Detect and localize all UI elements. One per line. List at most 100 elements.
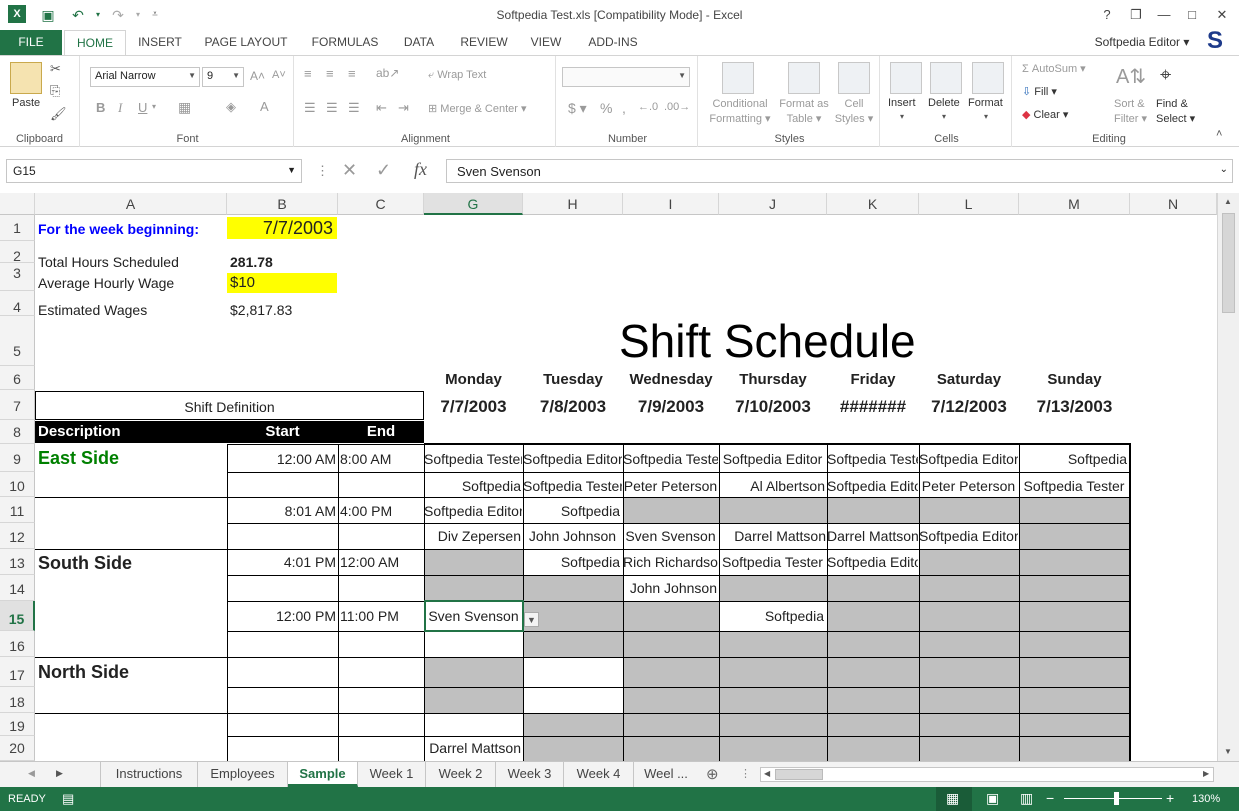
font-size-combo[interactable]: 9 ▼ <box>202 67 244 87</box>
italic-icon[interactable]: I <box>118 100 122 116</box>
sheet-tab-week-4[interactable]: Week 4 <box>564 762 634 787</box>
schedule-cell[interactable]: Softpedia <box>424 478 521 494</box>
decrease-decimal-icon[interactable]: .00→ <box>664 101 690 113</box>
row-header[interactable]: 18 <box>0 687 35 713</box>
zoom-slider-track[interactable] <box>1064 798 1162 799</box>
row-header[interactable]: 6 <box>0 366 35 390</box>
select-all-corner[interactable] <box>0 193 35 215</box>
page-break-view-icon[interactable]: ▥ <box>1020 790 1033 807</box>
column-header-h[interactable]: H <box>523 193 623 215</box>
scroll-down-icon[interactable]: ▼ <box>1224 747 1232 756</box>
schedule-cell[interactable]: Al Albertson <box>719 478 825 494</box>
schedule-cell[interactable]: Rich Richardson <box>623 554 718 570</box>
number-format-combo[interactable]: ▼ <box>562 67 690 87</box>
vertical-scroll-thumb[interactable] <box>1222 213 1235 313</box>
percent-icon[interactable]: % <box>600 100 612 116</box>
schedule-cell[interactable]: Softpedia <box>523 503 620 519</box>
shift-end-time[interactable]: 8:00 AM <box>340 451 391 467</box>
decrease-font-icon[interactable]: A˅ <box>272 69 286 81</box>
horizontal-scrollbar[interactable]: ◀ ▶ <box>760 767 1214 782</box>
vertical-scrollbar[interactable]: ▲ ▼ <box>1217 193 1239 761</box>
tab-view[interactable]: VIEW <box>522 30 570 55</box>
sheet-tab-employees[interactable]: Employees <box>198 762 288 787</box>
row-header[interactable]: 17 <box>0 657 35 687</box>
shift-start-time[interactable]: 12:00 AM <box>227 451 336 467</box>
conditional-formatting-button[interactable]: Conditional Formatting ▾ <box>706 97 774 127</box>
schedule-cell[interactable]: Softpedia Editor <box>827 478 918 494</box>
zoom-slider-thumb[interactable] <box>1114 792 1119 805</box>
row-header[interactable]: 2 <box>0 241 35 264</box>
insert-cells-icon[interactable] <box>890 62 922 94</box>
merge-center-button[interactable]: ⊞ Merge & Center ▾ <box>428 102 527 115</box>
delete-dropdown-icon[interactable]: ▾ <box>942 112 946 121</box>
column-header-g[interactable]: G <box>424 193 523 215</box>
schedule-cell[interactable]: Softpedia Tester <box>424 451 522 467</box>
row-header[interactable]: 14 <box>0 575 35 601</box>
tab-formulas[interactable]: FORMULAS <box>304 30 386 55</box>
row-header[interactable]: 4 <box>0 291 35 316</box>
schedule-cell[interactable]: Softpedia Tester <box>623 451 718 467</box>
sheet-tab-instructions[interactable]: Instructions <box>100 762 198 787</box>
comma-icon[interactable]: , <box>622 100 626 116</box>
insert-function-icon[interactable]: fx <box>414 159 427 180</box>
schedule-cell[interactable]: Softpedia <box>719 608 824 624</box>
expand-formula-bar-icon[interactable]: ⌄ <box>1220 164 1228 175</box>
increase-decimal-icon[interactable]: ←.0 <box>638 101 658 113</box>
format-as-table-button[interactable]: Format as Table ▾ <box>772 97 836 127</box>
format-painter-icon[interactable]: 🖌 <box>50 106 67 122</box>
paste-button[interactable]: Paste <box>12 97 40 109</box>
macro-record-icon[interactable]: ▤ <box>62 791 74 807</box>
new-sheet-icon[interactable]: ⊕ <box>706 765 719 783</box>
minimize-button[interactable]: — <box>1152 4 1176 26</box>
schedule-cell[interactable]: Softpedia Editor <box>719 451 826 467</box>
schedule-cell[interactable]: Softpedia Editor <box>919 528 1018 544</box>
find-select-button[interactable]: Find & Select ▾ <box>1156 97 1195 127</box>
zoom-out-icon[interactable]: − <box>1046 790 1054 806</box>
schedule-cell[interactable]: Sven Svenson <box>623 528 718 544</box>
est-wages-value[interactable]: $2,817.83 <box>230 302 292 318</box>
format-dropdown-icon[interactable]: ▾ <box>984 112 988 121</box>
schedule-cell[interactable]: Softpedia Editor <box>424 503 522 519</box>
row-header[interactable]: 1 <box>0 215 35 241</box>
row-header[interactable]: 13 <box>0 549 35 575</box>
delete-cells-icon[interactable] <box>930 62 962 94</box>
wrap-text-button[interactable]: ⤶ Wrap Text <box>428 69 486 82</box>
cell-styles-button[interactable]: Cell Styles ▾ <box>830 97 878 127</box>
tab-review[interactable]: REVIEW <box>454 30 514 55</box>
fill-color-icon[interactable]: ◈ <box>226 99 236 115</box>
avg-wage-value-cell[interactable]: $10 <box>227 273 337 293</box>
tab-file[interactable]: FILE <box>0 30 62 55</box>
underline-icon[interactable]: U <box>138 100 147 115</box>
schedule-cell[interactable]: Peter Peterson <box>623 478 718 494</box>
tab-page-layout[interactable]: PAGE LAYOUT <box>198 30 294 55</box>
align-right-icon[interactable]: ☰ <box>348 100 360 116</box>
column-header-i[interactable]: I <box>623 193 719 215</box>
align-center-icon[interactable]: ☰ <box>326 100 338 116</box>
schedule-cell[interactable]: Softpedia Tester <box>523 478 622 494</box>
conditional-formatting-icon[interactable] <box>722 62 754 94</box>
user-account[interactable]: Softpedia Editor ▾ <box>1092 30 1192 55</box>
delete-cells-button[interactable]: Delete <box>928 97 960 109</box>
shift-start-time[interactable]: 12:00 PM <box>227 608 336 624</box>
maximize-button[interactable]: □ <box>1180 4 1204 26</box>
row-header[interactable]: 20 <box>0 736 35 761</box>
tab-insert[interactable]: INSERT <box>130 30 190 55</box>
schedule-cell[interactable]: Softpedia <box>1019 451 1127 467</box>
row-header[interactable]: 19 <box>0 713 35 736</box>
shift-end-time[interactable]: 11:00 PM <box>340 608 399 624</box>
zoom-level[interactable]: 130% <box>1192 793 1220 805</box>
worksheet-grid[interactable]: A B C G H I J K L M N 1 2 3 4 5 6 7 8 9 … <box>0 193 1217 761</box>
cut-icon[interactable]: ✂ <box>50 61 61 77</box>
shift-end-time[interactable]: 12:00 AM <box>340 554 399 570</box>
shift-end-time[interactable]: 4:00 PM <box>340 503 392 519</box>
align-left-icon[interactable]: ☰ <box>304 100 316 116</box>
schedule-cell[interactable]: Softpedia Editor <box>919 451 1018 467</box>
scroll-left-icon[interactable]: ◀ <box>764 769 770 778</box>
row-header[interactable]: 8 <box>0 420 35 444</box>
paste-icon[interactable] <box>10 62 42 94</box>
column-header-a[interactable]: A <box>35 193 227 215</box>
tab-data[interactable]: DATA <box>394 30 444 55</box>
row-header[interactable]: 15 <box>0 601 35 631</box>
sheet-tab-more[interactable]: Weel ... <box>634 762 698 787</box>
schedule-cell[interactable]: Darrel Mattson <box>827 528 918 544</box>
